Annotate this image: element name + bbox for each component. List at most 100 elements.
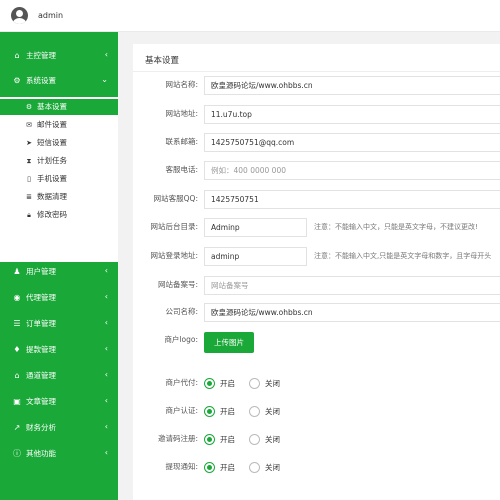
site-url-input[interactable]	[204, 105, 500, 124]
logo-label: 商户logo:	[164, 335, 198, 344]
sidebar-item-other-functions[interactable]: ⓘ 其他功能 ‹	[0, 447, 118, 461]
sidebar-item-label: 财务分析	[26, 423, 56, 432]
mobile-icon: ▯	[27, 175, 31, 183]
sidebar-item-label: 用户管理	[26, 267, 56, 276]
submenu-item-label: 邮件设置	[37, 120, 67, 129]
withdraw-notify-label: 提现通知:	[165, 462, 198, 471]
submenu-item-sms-settings[interactable]: ➤ 短信设置	[0, 135, 118, 151]
chevron-left-icon: ‹	[104, 240, 108, 249]
submenu-item-basic-settings[interactable]: ⚙ 基本设置	[0, 99, 118, 115]
sidebar-item-label: 代理管理	[26, 293, 56, 302]
home-icon: ⌂	[14, 51, 20, 60]
sidebar-item-channel-management[interactable]: ⌂ 通道管理 ‹	[0, 369, 118, 383]
submenu-item-mail-settings[interactable]: ✉ 邮件设置	[0, 117, 118, 133]
merchant-payout-off-radio[interactable]	[249, 378, 260, 389]
merchant-payout-radio-group: 开启 关闭	[204, 378, 294, 392]
merchant-payout-on-radio[interactable]	[204, 378, 215, 389]
sidebar-item-dashboard[interactable]: ⌂ 主控管理 ‹	[0, 49, 118, 63]
merchant-payout-label: 商户代付:	[165, 378, 198, 387]
merchant-verify-label: 商户认证:	[165, 406, 198, 415]
withdraw-notify-off-radio[interactable]	[249, 462, 260, 473]
sidebar-item-system-settings[interactable]: ⚙ 系统设置 ⌄	[0, 74, 118, 88]
radio-on-label: 开启	[220, 407, 235, 416]
company-input[interactable]	[204, 303, 500, 322]
withdraw-notify-radio-group: 开启 关闭	[204, 462, 294, 476]
merchant-verify-off-radio[interactable]	[249, 406, 260, 417]
sidebar-item-withdraw-management[interactable]: ♦ 提款管理 ‹	[0, 343, 118, 357]
admin-dir-label: 网站后台目录:	[150, 222, 198, 231]
sidebar-item-label: 主控管理	[26, 51, 56, 60]
company-label: 公司名称:	[165, 307, 198, 316]
site-url-label: 网站地址:	[165, 109, 198, 118]
icp-label: 网站备案号:	[157, 280, 198, 289]
submenu-item-scheduled-tasks[interactable]: ⧗ 计划任务	[0, 153, 118, 169]
service-phone-label: 客服电话:	[165, 165, 198, 174]
submenu-item-change-password[interactable]: 🔒︎ 修改密码	[0, 207, 118, 223]
submenu-item-data-cleanup[interactable]: ≣ 数据清理	[0, 189, 118, 205]
radio-on-label: 开启	[220, 435, 235, 444]
sidebar-item-label: 通道管理	[26, 371, 56, 380]
service-qq-input[interactable]	[204, 190, 500, 209]
envelope-icon: ✉	[26, 121, 32, 129]
invite-code-on-radio[interactable]	[204, 434, 215, 445]
gear-icon: ⚙	[25, 103, 33, 111]
chevron-left-icon: ‹	[104, 422, 108, 431]
book-icon: ▣	[13, 397, 21, 406]
upload-image-button[interactable]: 上传图片	[204, 332, 254, 353]
login-addr-input[interactable]	[204, 247, 307, 266]
sidebar-item-user-management[interactable]: ♟ 用户管理 ‹	[0, 265, 118, 279]
sidebar-item-label: 其他功能	[26, 449, 56, 458]
sidebar: ⌂ 主控管理 ‹ ⚙ 系统设置 ⌄ ⚙ 基本设置 ✉ 邮件设置 ➤ 短信设置 ⧗…	[0, 32, 118, 500]
hourglass-icon: ⧗	[26, 157, 32, 165]
database-icon: ≣	[26, 193, 32, 201]
icp-input[interactable]	[204, 276, 500, 295]
contact-email-label: 联系邮箱:	[165, 137, 198, 146]
username[interactable]: admin	[38, 11, 63, 20]
sidebar-item-label: 提款管理	[26, 345, 56, 354]
admin-dir-note: 注意：不能输入中文，只能是英文字母，不建议更改!	[314, 223, 478, 231]
chevron-left-icon: ‹	[104, 50, 108, 59]
avatar[interactable]	[11, 7, 28, 24]
withdraw-icon: ♦	[13, 345, 21, 354]
login-addr-label: 网站登录地址:	[150, 251, 198, 260]
send-icon: ➤	[26, 139, 32, 147]
submenu-item-label: 计划任务	[37, 156, 67, 165]
site-name-input[interactable]	[204, 76, 500, 95]
sidebar-item-label: 管理员管理	[26, 241, 64, 250]
service-phone-input[interactable]	[204, 161, 500, 180]
users-icon: ♟	[13, 267, 21, 276]
submenu-item-label: 短信设置	[37, 138, 67, 147]
invite-code-label: 邀请码注册:	[157, 434, 198, 443]
radio-on-label: 开启	[220, 463, 235, 472]
invite-code-radio-group: 开启 关闭	[204, 434, 294, 448]
merchant-verify-radio-group: 开启 关闭	[204, 406, 294, 420]
chevron-left-icon: ‹	[104, 318, 108, 327]
radio-off-label: 关闭	[265, 407, 280, 416]
chevron-left-icon: ‹	[104, 266, 108, 275]
sidebar-item-agent-management[interactable]: ◉ 代理管理 ‹	[0, 291, 118, 305]
withdraw-notify-on-radio[interactable]	[204, 462, 215, 473]
sidebar-item-financial-analysis[interactable]: ↗ 财务分析 ‹	[0, 421, 118, 435]
submenu-item-label: 基本设置	[37, 102, 67, 111]
radio-on-label: 开启	[220, 379, 235, 388]
merchant-verify-on-radio[interactable]	[204, 406, 215, 417]
sidebar-item-admin-management[interactable]: ● 管理员管理 ‹	[0, 239, 118, 253]
sidebar-item-article-management[interactable]: ▣ 文章管理 ‹	[0, 395, 118, 409]
lock-icon: 🔒︎	[27, 211, 31, 219]
invite-code-off-radio[interactable]	[249, 434, 260, 445]
list-icon: ☰	[13, 319, 21, 328]
site-name-label: 网站名称:	[165, 80, 198, 89]
contact-email-input[interactable]	[204, 133, 500, 152]
radio-off-label: 关闭	[265, 435, 280, 444]
chevron-left-icon: ‹	[104, 344, 108, 353]
sidebar-item-order-management[interactable]: ☰ 订单管理 ‹	[0, 317, 118, 331]
login-addr-note: 注意：不能输入中文,只能是英文字母和数字，且字母开头	[314, 252, 492, 260]
submenu-item-mobile-settings[interactable]: ▯ 手机设置	[0, 171, 118, 187]
gears-icon: ⚙	[13, 76, 21, 85]
info-icon: ⓘ	[13, 449, 21, 458]
eye-icon: ◉	[13, 293, 21, 302]
admin-dir-input[interactable]	[204, 218, 307, 237]
chevron-left-icon: ‹	[104, 370, 108, 379]
top-bar: admin	[0, 0, 500, 32]
chevron-down-icon: ⌄	[101, 75, 108, 84]
